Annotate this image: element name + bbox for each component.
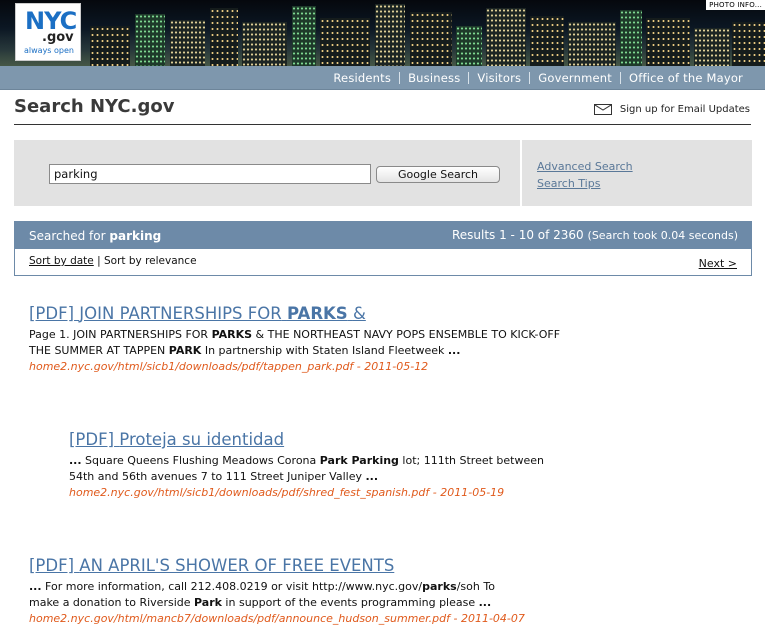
search-tips-link[interactable]: Search Tips — [537, 177, 600, 190]
sort-by-relevance-text: Sort by relevance — [104, 255, 197, 267]
header-banner: NYC .gov always open PHOTO INFO... — [0, 0, 765, 66]
search-result: [PDF] Proteja su identidad ... Square Qu… — [69, 430, 544, 500]
result-pdf-tag: [PDF] — [29, 556, 75, 575]
nav-item-government[interactable]: Government — [529, 72, 620, 84]
banner-building — [410, 12, 452, 66]
google-search-button[interactable]: Google Search — [376, 166, 500, 183]
banner-building — [170, 20, 205, 66]
result-title-text: AN APRIL'S SHOWER OF FREE EVENTS — [79, 556, 395, 575]
banner-building — [135, 14, 165, 66]
result-pdf-tag: [PDF] — [29, 304, 75, 323]
result-title-tail: & — [352, 304, 366, 323]
result-url: home2.nyc.gov/html/mancb7/downloads/pdf/… — [29, 612, 525, 625]
search-links-panel: Advanced Search Search Tips — [522, 140, 752, 206]
banner-building — [320, 18, 370, 66]
email-updates-link[interactable]: Sign up for Email Updates — [593, 104, 750, 115]
banner-building — [292, 6, 316, 66]
result-url: home2.nyc.gov/html/sicb1/downloads/pdf/t… — [29, 360, 429, 373]
next-page-link[interactable]: Next > — [699, 257, 737, 270]
search-input[interactable] — [49, 164, 371, 184]
banner-building — [646, 18, 690, 66]
searched-for-text: Searched for parking — [29, 229, 161, 243]
banner-building — [620, 10, 642, 66]
nav-item-residents[interactable]: Residents — [325, 72, 399, 84]
result-title-highlight: PARKS — [286, 304, 348, 323]
result-url: home2.nyc.gov/html/sicb1/downloads/pdf/s… — [69, 486, 505, 499]
result-title-text: Proteja su identidad — [119, 430, 285, 449]
sort-separator: | — [97, 255, 101, 267]
sort-bar: Sort by date | Sort by relevance Next > — [14, 249, 752, 276]
result-title-link[interactable]: [PDF] JOIN PARTNERSHIPS FOR PARKS & — [29, 304, 560, 324]
search-result: [PDF] JOIN PARTNERSHIPS FOR PARKS & Page… — [29, 304, 560, 374]
result-snippet: Page 1. JOIN PARTNERSHIPS FOR PARKS & TH… — [29, 327, 560, 359]
photo-info-link[interactable]: PHOTO INFO... — [706, 0, 765, 10]
searched-for-term: parking — [109, 229, 162, 243]
result-snippet: ... Square Queens Flushing Meadows Coron… — [69, 453, 544, 485]
email-updates-label: Sign up for Email Updates — [619, 104, 750, 115]
sort-by-date-link[interactable]: Sort by date — [29, 255, 94, 267]
page-title: Search NYC.gov — [14, 96, 175, 117]
nav-item-business[interactable]: Business — [399, 72, 468, 84]
snippet-line: Page 1. JOIN PARTNERSHIPS FOR PARKS & TH… — [29, 328, 561, 341]
top-navigation: Residents Business Visitors Government O… — [0, 66, 765, 90]
advanced-search-link[interactable]: Advanced Search — [537, 160, 633, 173]
banner-building — [375, 4, 405, 66]
banner-building — [530, 16, 564, 66]
banner-building — [568, 22, 616, 66]
banner-building — [90, 26, 130, 66]
result-title-text: JOIN PARTNERSHIPS FOR — [79, 304, 282, 323]
snippet-line: THE SUMMER AT TAPPEN PARK In partnership… — [29, 344, 461, 357]
results-range: Results 1 - 10 of 2360 — [451, 228, 584, 242]
search-time: (Search took 0.04 seconds) — [587, 229, 738, 242]
envelope-icon — [593, 104, 612, 115]
banner-building — [456, 26, 482, 66]
sort-options: Sort by date | Sort by relevance — [29, 255, 197, 267]
logo-gov-text: .gov — [42, 30, 74, 45]
results-count-text: Results 1 - 10 of 2360 (Search took 0.04… — [452, 228, 738, 242]
snippet-line: make a donation to Riverside Park in sup… — [29, 596, 492, 609]
results-summary-bar: Searched for parking Results 1 - 10 of 2… — [14, 221, 752, 249]
snippet-line: ... For more information, call 212.408.0… — [29, 580, 495, 593]
banner-building — [486, 8, 526, 66]
result-title-link[interactable]: [PDF] Proteja su identidad — [69, 430, 544, 450]
snippet-line: 54th and 56th avenues 7 to 111 Street Ju… — [69, 470, 379, 483]
searched-for-prefix: Searched for — [29, 229, 106, 243]
banner-building — [694, 28, 730, 66]
result-pdf-tag: [PDF] — [69, 430, 115, 449]
snippet-line: ... Square Queens Flushing Meadows Coron… — [69, 454, 544, 467]
banner-building — [732, 22, 765, 66]
search-panel: Google Search — [14, 140, 520, 206]
logo-tagline: always open — [24, 46, 74, 55]
banner-building — [242, 22, 287, 66]
nyc-gov-logo[interactable]: NYC .gov always open — [15, 3, 81, 61]
result-title-link[interactable]: [PDF] AN APRIL'S SHOWER OF FREE EVENTS — [29, 556, 525, 576]
header-divider — [14, 124, 751, 125]
result-snippet: ... For more information, call 212.408.0… — [29, 579, 525, 611]
nav-item-office-of-the-mayor[interactable]: Office of the Mayor — [619, 72, 751, 84]
nav-item-visitors[interactable]: Visitors — [468, 72, 529, 84]
banner-building — [210, 8, 238, 66]
search-result: [PDF] AN APRIL'S SHOWER OF FREE EVENTS .… — [29, 556, 525, 626]
